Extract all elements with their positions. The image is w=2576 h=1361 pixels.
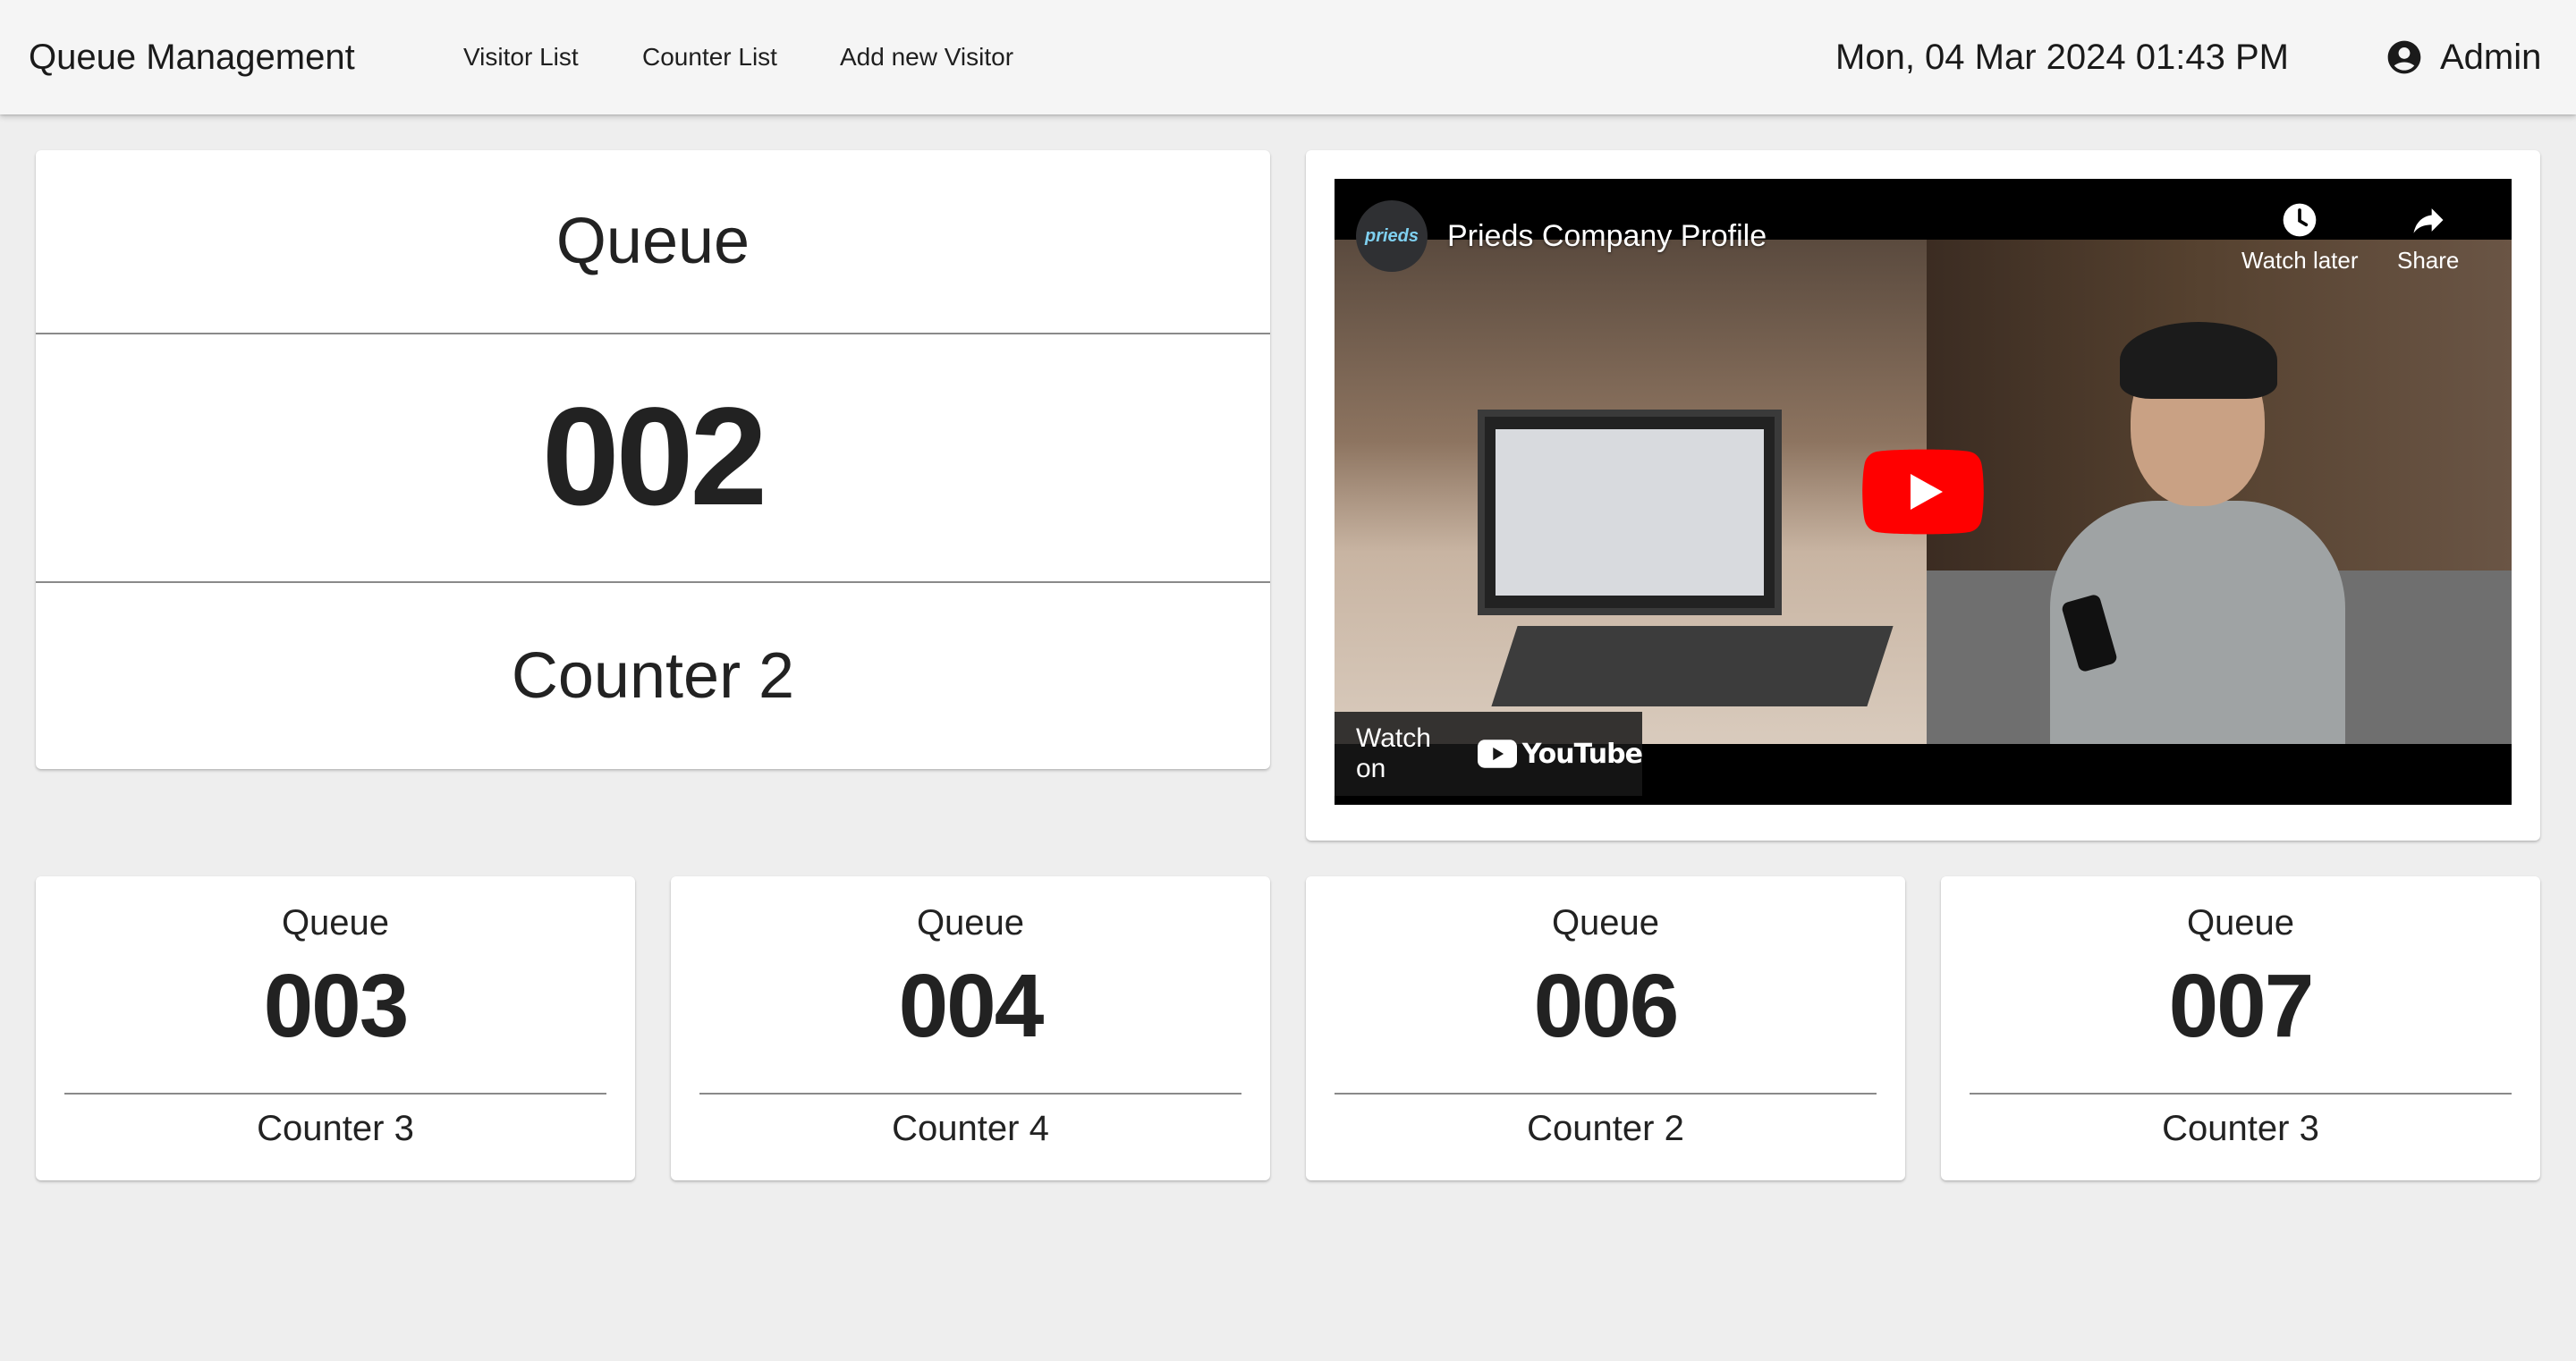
app-bar: Queue Management Visitor List Counter Li… (0, 0, 2576, 114)
youtube-embed[interactable]: prieds Prieds Company Profile Watch late… (1335, 179, 2512, 805)
current-queue-card: Queue 002 Counter 2 (36, 150, 1270, 769)
video-person-hair (2120, 322, 2277, 399)
video-laptop (1478, 410, 1782, 615)
share-label: Share (2397, 247, 2460, 274)
divider (699, 1093, 1241, 1095)
user-name: Admin (2440, 37, 2542, 77)
share-button[interactable]: Share (2397, 200, 2459, 275)
play-button-icon[interactable] (1862, 449, 1984, 535)
channel-logo[interactable]: prieds (1356, 200, 1428, 272)
divider (1970, 1093, 2512, 1095)
queue-label: Queue (2186, 903, 2295, 943)
queue-label: Queue (916, 903, 1025, 943)
youtube-play-icon (1477, 740, 1517, 768)
watch-on-label: Watch on (1356, 723, 1431, 783)
queue-card: Queue 003 Counter 3 (36, 876, 635, 1180)
current-queue-counter: Counter 2 (511, 640, 795, 712)
clock-icon (2283, 203, 2317, 237)
queue-label: Queue (1551, 903, 1660, 943)
youtube-wordmark: YouTube (1521, 738, 1643, 770)
queue-number: 007 (2168, 956, 2315, 1056)
current-queue-number: 002 (541, 378, 767, 535)
video-header: prieds Prieds Company Profile (1356, 200, 1767, 272)
queue-number: 004 (898, 956, 1045, 1056)
current-queue-label: Queue (555, 206, 750, 277)
watch-later-button[interactable]: Watch later (2241, 200, 2359, 275)
nav-add-new-visitor[interactable]: Add new Visitor (840, 0, 1013, 114)
queue-counter: Counter 2 (1527, 1109, 1684, 1148)
queue-counter: Counter 4 (892, 1109, 1049, 1148)
queue-counter: Counter 3 (257, 1109, 414, 1148)
video-card: prieds Prieds Company Profile Watch late… (1306, 150, 2540, 841)
divider (1335, 1093, 1877, 1095)
nav-visitor-list[interactable]: Visitor List (463, 0, 579, 114)
queue-card: Queue 007 Counter 3 (1941, 876, 2540, 1180)
divider (64, 1093, 606, 1095)
watch-later-label: Watch later (2241, 247, 2359, 274)
queue-label: Queue (281, 903, 390, 943)
account-circle-icon (2387, 40, 2421, 74)
video-title[interactable]: Prieds Company Profile (1447, 219, 1767, 254)
nav-counter-list[interactable]: Counter List (642, 0, 777, 114)
watch-on-youtube-link[interactable]: Watch on YouTube (1335, 712, 1643, 796)
youtube-logo: YouTube (1477, 738, 1643, 770)
queue-number: 003 (263, 956, 410, 1056)
queue-number: 006 (1533, 956, 1680, 1056)
user-menu[interactable]: Admin (2385, 0, 2541, 114)
current-datetime: Mon, 04 Mar 2024 01:43 PM (1835, 38, 2289, 77)
queue-counter: Counter 3 (2162, 1109, 2319, 1148)
video-laptop-base (1491, 626, 1894, 706)
queue-card: Queue 004 Counter 4 (671, 876, 1270, 1180)
queue-card: Queue 006 Counter 2 (1306, 876, 1905, 1180)
share-arrow-icon (2413, 208, 2444, 233)
app-title[interactable]: Queue Management (29, 0, 355, 114)
